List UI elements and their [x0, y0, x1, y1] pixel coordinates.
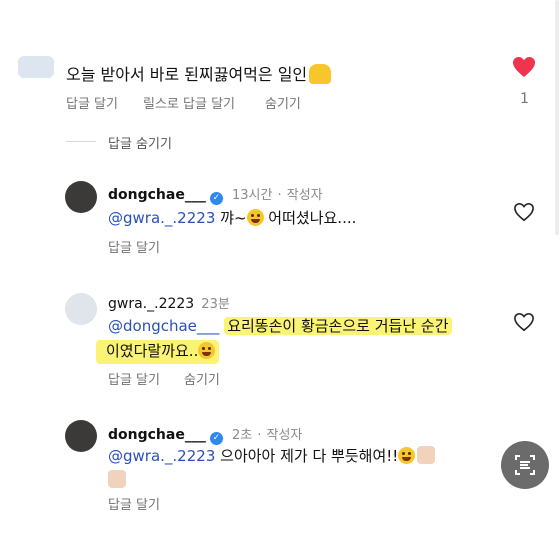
laughing-emoji-icon: [246, 209, 264, 226]
reply-time: 13시간: [231, 188, 273, 203]
mention-link[interactable]: @gwra._.2223: [108, 209, 215, 227]
thumbs-up-icon: [108, 470, 126, 489]
thumbs-up-icon: [417, 446, 436, 464]
verified-badge-icon: ✓: [209, 432, 223, 445]
reply-avatar[interactable]: [65, 420, 97, 452]
reply-text-line2-value: 이였다랄까요..: [106, 342, 199, 360]
text-scan-button[interactable]: [501, 441, 549, 489]
reply-header: dongchae___ ✓ 2초 · 작성자: [108, 424, 302, 445]
author-tag: 작성자: [266, 428, 303, 443]
reply-username[interactable]: gwra._.2223: [108, 296, 194, 312]
reply-text-value: 으아아아 제가 다 뿌듯해여!!: [220, 447, 399, 465]
reply-button[interactable]: 답글 달기: [66, 93, 118, 112]
verified-badge-icon: ✓: [209, 192, 223, 205]
reply-text: @gwra._.2223 꺄~ 어떠셨나요....: [108, 208, 356, 228]
hide-button[interactable]: 숨기기: [265, 93, 301, 112]
commenter-avatar[interactable]: [18, 56, 54, 78]
hide-button[interactable]: 숨기기: [184, 369, 220, 388]
text-scan-icon: [515, 455, 535, 475]
highlighted-text: 요리똥손이 황금손으로 거듭난 순간: [224, 317, 452, 335]
dot-separator: ·: [277, 188, 282, 203]
laughing-emoji-icon: [198, 342, 216, 359]
heart-icon[interactable]: [512, 56, 536, 78]
dot-separator: ·: [257, 428, 262, 443]
reply-avatar[interactable]: [65, 181, 97, 213]
replies-divider: [66, 141, 96, 142]
comment-text-row: 오늘 받아서 바로 된찌끓여먹은 일인: [66, 64, 332, 85]
reels-reply-button[interactable]: 릴스로 답글 달기: [143, 93, 235, 112]
raising-hands-icon: [309, 64, 332, 84]
reply-text-line2: 이였다랄까요..: [96, 340, 220, 364]
reply-username[interactable]: dongchae___: [108, 187, 206, 203]
reply-time: 2초: [231, 428, 253, 443]
mention-link[interactable]: @gwra._.2223: [108, 447, 215, 465]
reply-header: dongchae___ ✓ 13시간 · 작성자: [108, 184, 323, 205]
reply-username[interactable]: dongchae___: [108, 427, 206, 443]
reply-button[interactable]: 답글 달기: [108, 237, 160, 256]
like-outline-icon[interactable]: [513, 312, 535, 332]
reply-text-line1: @dongchae___ 요리똥손이 황금손으로 거듭난 순간: [108, 316, 452, 336]
mention-link[interactable]: @dongchae___: [108, 317, 219, 335]
reply-button[interactable]: 답글 달기: [108, 369, 160, 388]
scrollbar[interactable]: [555, 0, 559, 235]
reply-text-before: 꺄~: [220, 209, 247, 227]
author-tag: 작성자: [286, 188, 323, 203]
like-count: 1: [520, 91, 529, 107]
reply-button[interactable]: 답글 달기: [108, 494, 160, 513]
highlighted-text: 이였다랄까요..: [96, 340, 220, 364]
reply-time: 23분: [201, 297, 230, 312]
laughing-emoji-icon: [398, 447, 416, 464]
reply-header: gwra._.2223 23분: [108, 293, 230, 312]
hide-replies-button[interactable]: 답글 숨기기: [108, 133, 172, 152]
like-outline-icon[interactable]: [513, 202, 535, 222]
comment-text: 오늘 받아서 바로 된찌끓여먹은 일인: [66, 65, 308, 84]
reply-text: @gwra._.2223 으아아아 제가 다 뿌듯해여!!: [108, 446, 436, 466]
reply-avatar[interactable]: [65, 293, 97, 325]
reply-text-after: 어떠셨나요....: [268, 209, 357, 227]
